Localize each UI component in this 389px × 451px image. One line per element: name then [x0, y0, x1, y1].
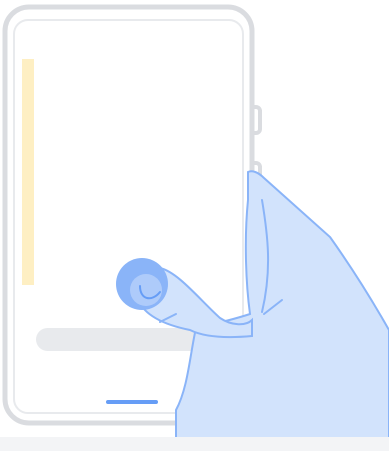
touch-point-inner: [130, 274, 162, 306]
screen-bottom-field: [36, 328, 216, 351]
bottom-shadow-band: [0, 437, 389, 451]
screen-side-bar: [22, 59, 34, 285]
nav-handle: [106, 400, 158, 404]
illustration: [0, 0, 389, 451]
phone-tap-illustration: [2, 4, 389, 451]
